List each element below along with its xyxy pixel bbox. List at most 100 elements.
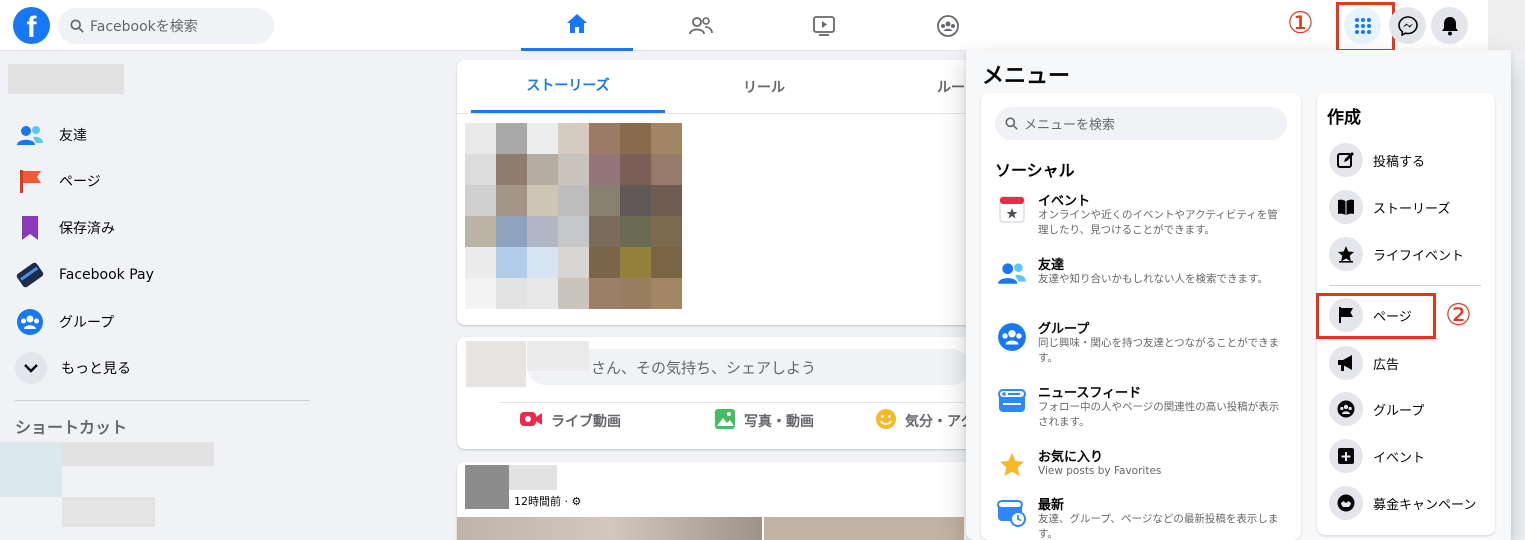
book-icon — [1329, 190, 1363, 224]
watch-icon — [813, 15, 835, 36]
create-life-event-button[interactable]: ライフイベント — [1329, 236, 1464, 272]
search-placeholder: Facebookを検索 — [90, 19, 198, 35]
blurred-avatar — [465, 465, 509, 509]
sidebar-item-facebook-pay[interactable]: Facebook Pay — [15, 255, 154, 295]
facebook-logo[interactable]: f — [13, 7, 50, 44]
top-navigation-bar: f Facebookを検索 ① — [0, 0, 1525, 52]
calendar-plus-icon — [1329, 439, 1363, 473]
menu-button[interactable] — [1344, 7, 1381, 44]
sidebar-item-label: 友達 — [59, 128, 87, 144]
menu-item-title: 最新 — [1038, 498, 1065, 513]
tab-stories[interactable]: ストーリーズ — [471, 60, 665, 113]
sidebar-item-friends[interactable]: 友達 — [15, 115, 87, 155]
page-flag-icon — [15, 166, 45, 196]
blurred-user-name — [509, 465, 557, 490]
facebook-search-input[interactable]: Facebookを検索 — [58, 8, 274, 44]
messenger-button[interactable] — [1389, 7, 1426, 44]
menu-item-friends[interactable]: 友達 友達や知り合いかもしれない人を検索できます。 — [995, 254, 1290, 314]
groups-icon — [995, 320, 1029, 354]
create-post-button[interactable]: 投稿する — [1329, 142, 1425, 178]
tab-rooms[interactable]: ルー — [863, 60, 977, 113]
menu-item-groups[interactable]: グループ 同じ興味・関心を持つ友達とつながることができます。 — [995, 318, 1290, 378]
annotation-number-2: ② — [1445, 298, 1472, 333]
messenger-icon — [1397, 15, 1418, 36]
menu-item-title: 友達 — [1038, 258, 1065, 273]
live-video-icon — [519, 410, 543, 432]
menu-item-description: 友達や知り合いかもしれない人を検索できます。 — [1038, 273, 1268, 285]
menu-item-description: 同じ興味・関心を持つ友達とつながることができます。 — [1038, 337, 1280, 364]
photo-icon — [714, 408, 736, 434]
notifications-button[interactable] — [1431, 7, 1468, 44]
feeling-activity-button[interactable]: 気分・アク — [875, 404, 974, 438]
blurred-shortcut-name — [62, 442, 214, 466]
sidebar-item-groups[interactable]: グループ — [15, 302, 114, 342]
create-fundraiser-button[interactable]: 募金キャンペーン — [1329, 485, 1476, 521]
tab-divider — [457, 113, 977, 114]
groups-icon — [15, 307, 45, 337]
friends-icon — [689, 16, 713, 34]
menu-title: メニュー — [982, 64, 1071, 89]
blurred-profile-area — [1488, 0, 1525, 51]
create-divider — [1329, 285, 1481, 286]
news-feed-icon — [995, 384, 1029, 418]
smiley-icon — [875, 408, 897, 434]
social-heading: ソーシャル — [995, 161, 1075, 180]
menu-search-input[interactable]: メニューを検索 — [995, 107, 1287, 140]
blurred-avatar — [466, 341, 526, 387]
groups-icon — [937, 14, 959, 37]
menu-grid-icon — [1354, 17, 1371, 34]
blurred-shortcut-name — [62, 497, 155, 527]
recent-feed-icon — [995, 496, 1029, 530]
blurred-story-thumbnail[interactable] — [465, 123, 682, 309]
nav-groups[interactable] — [892, 0, 1004, 51]
create-heading: 作成 — [1327, 108, 1361, 128]
chevron-down-icon — [15, 352, 47, 384]
nav-home[interactable] — [521, 0, 633, 51]
blurred-user-name — [527, 341, 589, 371]
nav-friends[interactable] — [645, 0, 757, 51]
tab-reels[interactable]: リール — [667, 60, 861, 113]
sidebar-item-label: 保存済み — [59, 221, 115, 237]
menu-item-description: フォロー中の人やページの関連性の高い投稿が表示されます。 — [1038, 401, 1280, 428]
sidebar-item-label: Facebook Pay — [59, 267, 154, 283]
menu-item-title: グループ — [1038, 322, 1090, 337]
fundraiser-icon — [1329, 486, 1363, 520]
post-timestamp: 12時間前 · ⚙ — [514, 495, 582, 508]
create-group-button[interactable]: グループ — [1329, 391, 1424, 427]
compose-icon — [1329, 143, 1363, 177]
live-video-button[interactable]: ライブ動画 — [519, 404, 621, 438]
create-ad-button[interactable]: 広告 — [1329, 345, 1399, 381]
blurred-post-image[interactable] — [764, 517, 964, 540]
sidebar-item-pages[interactable]: ページ — [15, 161, 101, 201]
menu-item-title: ニュースフィード — [1038, 386, 1142, 401]
groups-icon — [1329, 392, 1363, 426]
create-story-button[interactable]: ストーリーズ — [1329, 189, 1450, 225]
menu-item-news-feed[interactable]: ニュースフィード フォロー中の人やページの関連性の高い投稿が表示されます。 — [995, 382, 1290, 442]
menu-item-most-recent[interactable]: 最新 友達、グループ、ページなどの最新投稿を表示します。 — [995, 494, 1290, 540]
photo-video-button[interactable]: 写真・動画 — [714, 404, 814, 438]
menu-item-events[interactable]: イベント オンラインや近くのイベントやアクティビティを管理したり、見つけることが… — [995, 190, 1290, 250]
sidebar-item-label: グループ — [59, 315, 115, 331]
sidebar-item-label: もっと見る — [61, 361, 131, 377]
friends-icon — [995, 256, 1029, 290]
menu-search-placeholder: メニューを検索 — [1024, 118, 1116, 133]
nav-watch[interactable] — [768, 0, 880, 51]
search-icon — [70, 19, 84, 33]
sidebar-divider — [15, 400, 310, 401]
annotation-number-1: ① — [1287, 6, 1314, 41]
whats-on-your-mind-input[interactable]: さん、その気持ち、シェアしよう — [527, 349, 970, 385]
blurred-profile-name — [8, 64, 124, 94]
menu-item-title: お気に入り — [1038, 450, 1104, 465]
blurred-post-image[interactable] — [457, 517, 762, 540]
sidebar-item-see-more[interactable]: もっと見る — [15, 348, 131, 388]
friends-icon — [15, 120, 45, 150]
menu-item-description: 友達、グループ、ページなどの最新投稿を表示します。 — [1038, 513, 1279, 540]
star-icon — [1329, 237, 1363, 271]
search-icon — [1005, 117, 1018, 130]
star-icon — [995, 448, 1029, 482]
blurred-shortcut-image — [0, 442, 62, 497]
create-event-button[interactable]: イベント — [1329, 438, 1425, 474]
compose-divider — [499, 402, 977, 403]
notifications-icon — [1441, 16, 1458, 35]
sidebar-item-saved[interactable]: 保存済み — [15, 208, 115, 248]
